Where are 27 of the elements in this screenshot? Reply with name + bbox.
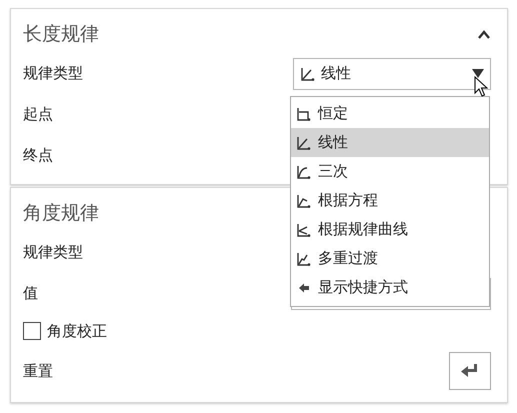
graph-icon	[296, 222, 312, 238]
checkbox[interactable]	[23, 322, 41, 340]
field-label: 角度校正	[47, 322, 107, 340]
menu-item[interactable]: 根据规律曲线	[291, 215, 489, 244]
graph-icon	[300, 66, 316, 82]
graph-icon	[296, 192, 312, 208]
field-label: 起点	[23, 105, 53, 124]
menu-item[interactable]: 多重过渡	[291, 244, 489, 273]
menu-item[interactable]: 三次	[291, 157, 489, 186]
graph-icon	[296, 106, 312, 122]
menu-item[interactable]: 恒定	[291, 99, 489, 128]
menu-item[interactable]: 显示快捷方式	[291, 273, 489, 302]
panel-title: 长度规律	[23, 22, 99, 47]
graph-icon	[296, 134, 312, 150]
menu-item[interactable]: 线性	[291, 128, 489, 157]
field-label: 终点	[23, 146, 53, 165]
caret-icon[interactable]	[477, 29, 491, 39]
graph-icon	[296, 250, 312, 266]
field-label: 重置	[23, 362, 53, 380]
panel-title: 角度规律	[23, 201, 99, 226]
law-type-dropdown[interactable]: 线性	[293, 58, 491, 90]
graph-icon	[296, 164, 312, 180]
field-label: 规律类型	[23, 64, 83, 83]
field-label: 规律类型	[23, 243, 83, 262]
menu-item[interactable]: 根据方程	[291, 186, 489, 215]
field-label: 值	[23, 284, 38, 303]
reset-button[interactable]	[449, 352, 491, 390]
